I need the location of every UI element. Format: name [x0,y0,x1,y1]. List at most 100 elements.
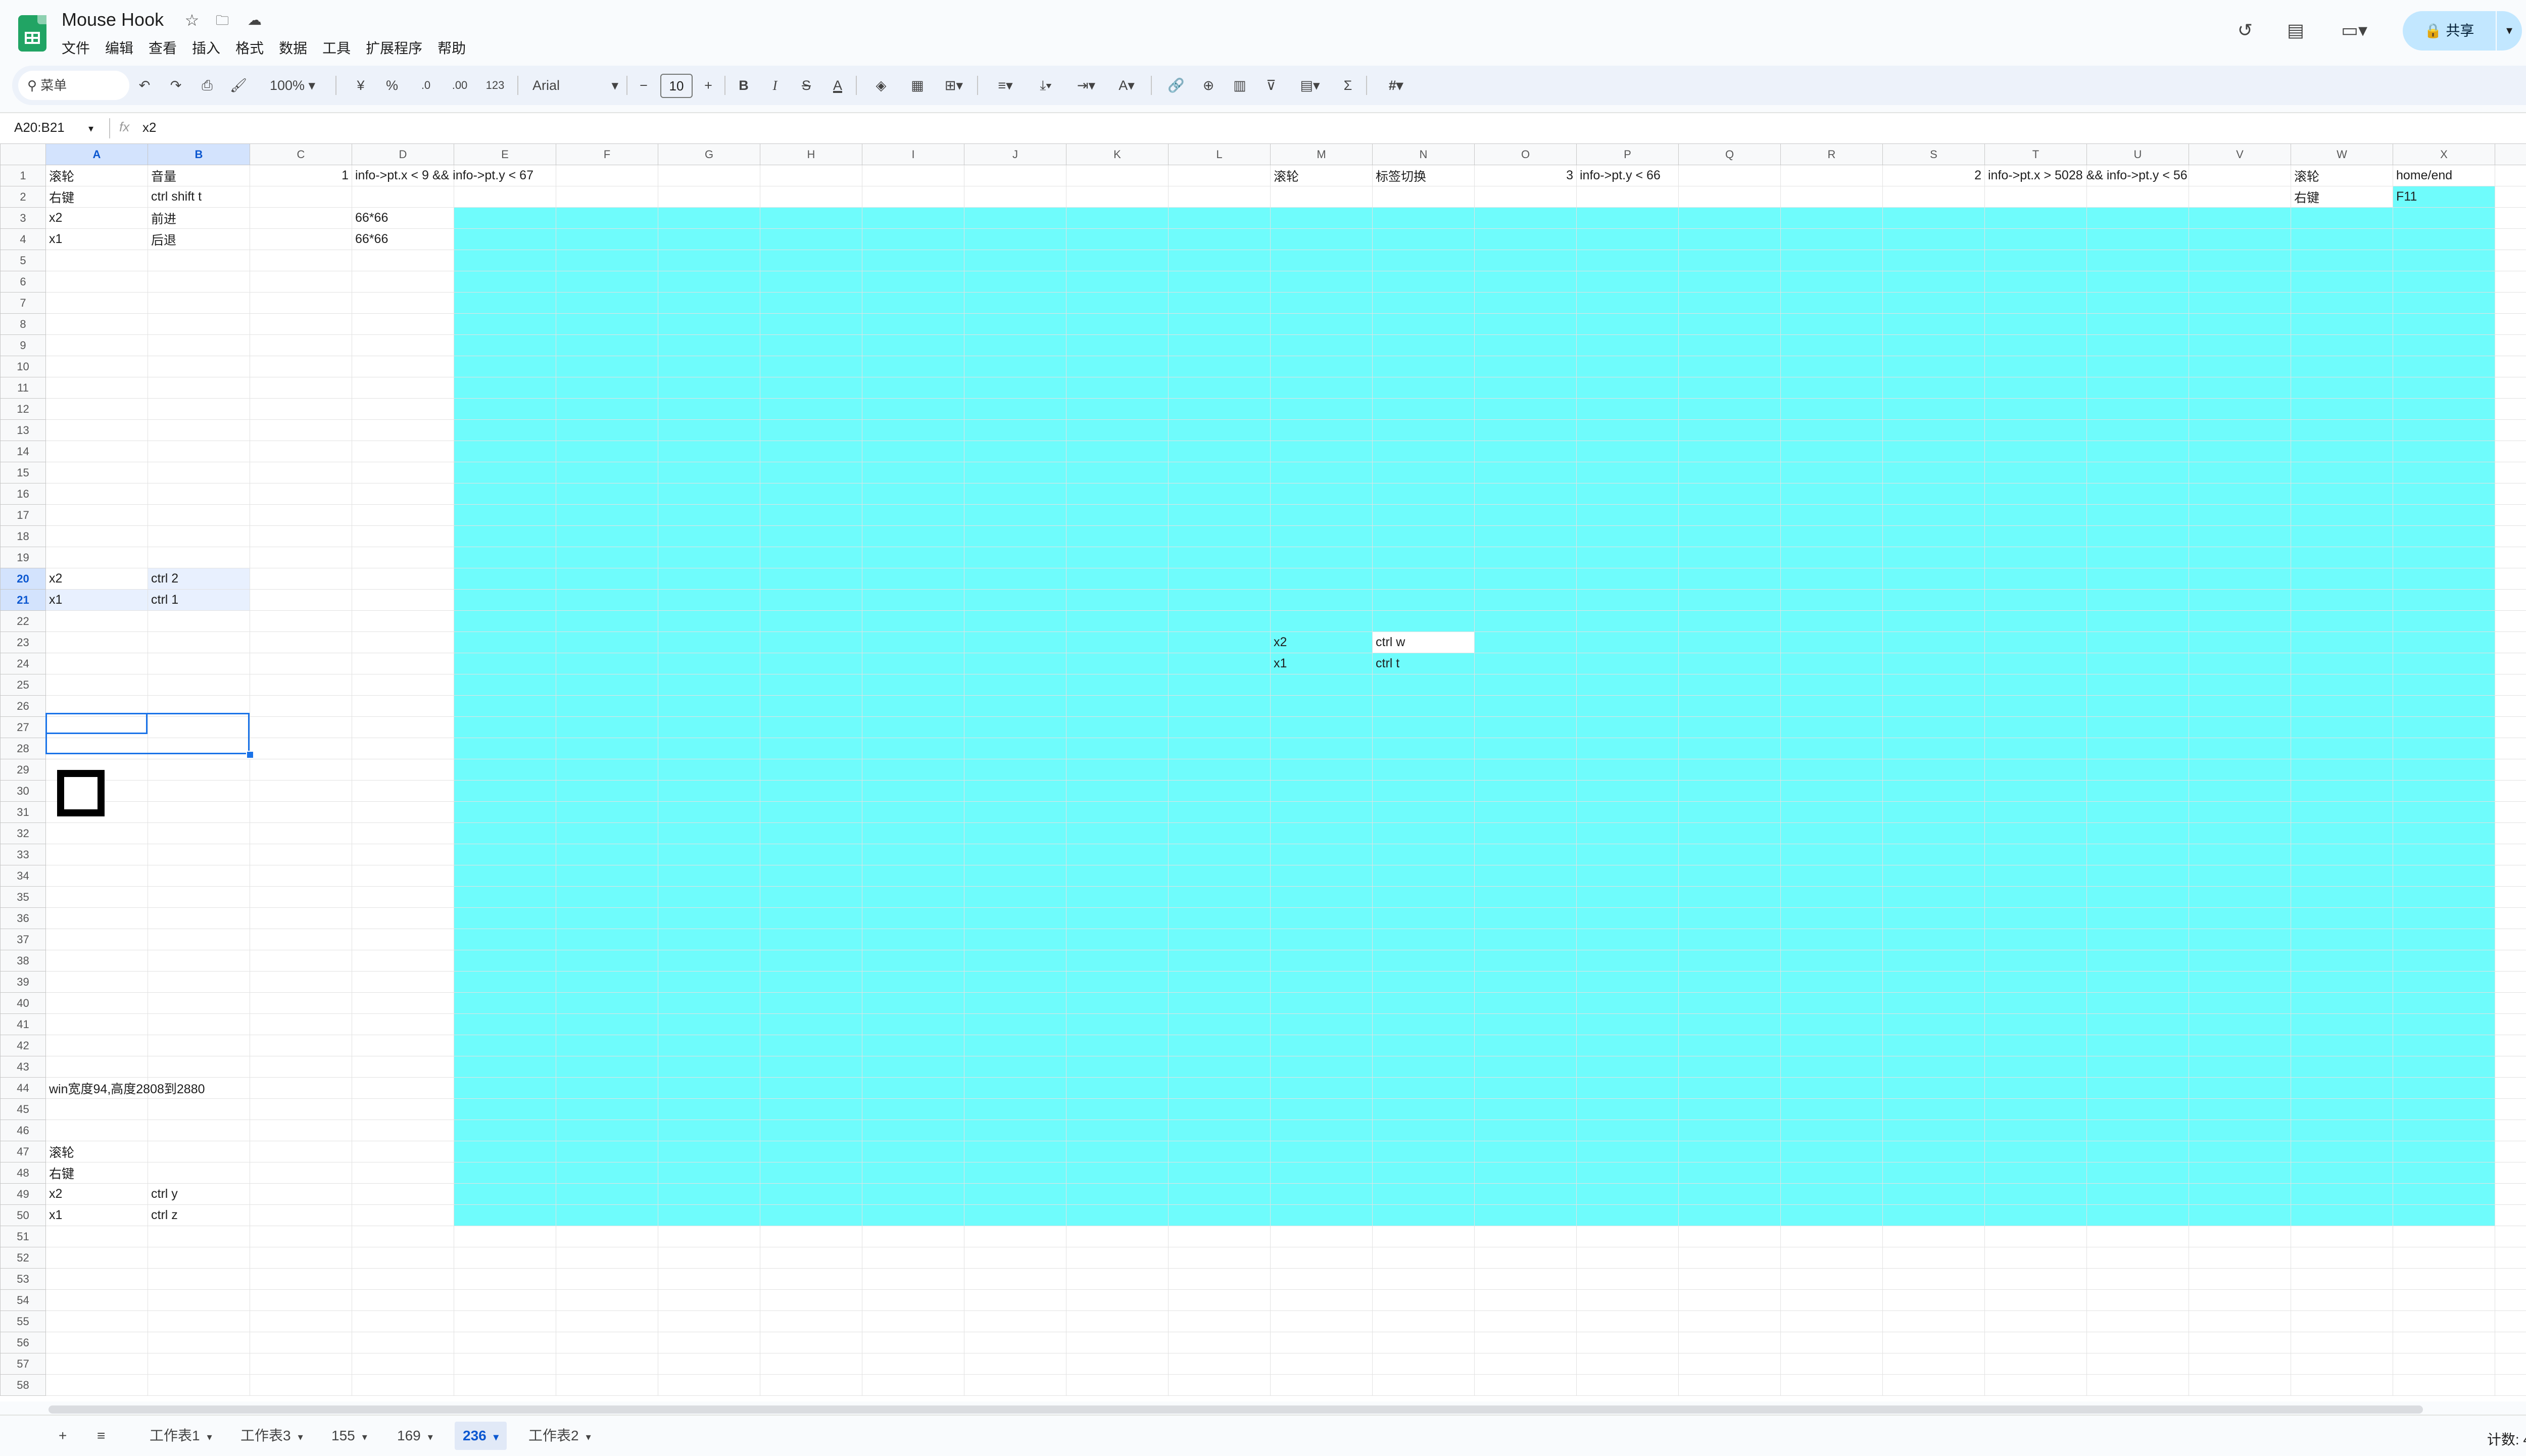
cell-y30[interactable] [2495,781,2526,802]
cell-l30[interactable] [1169,781,1271,802]
floating-square-drawing[interactable] [57,770,105,816]
cell-b33[interactable] [148,844,250,865]
cell-b19[interactable] [148,547,250,568]
cell-t55[interactable] [1985,1311,2087,1332]
cell-c13[interactable] [250,420,352,441]
cell-d23[interactable] [352,632,454,653]
cell-a4[interactable]: x1 [46,229,148,250]
cell-a5[interactable] [46,250,148,271]
cell-c11[interactable] [250,377,352,399]
cell-q22[interactable] [1679,611,1781,632]
cell-u26[interactable] [2087,696,2189,717]
cell-a14[interactable] [46,441,148,462]
cell-g11[interactable] [658,377,760,399]
cell-v38[interactable] [2189,950,2291,972]
cell-u20[interactable] [2087,568,2189,590]
cell-t3[interactable] [1985,208,2087,229]
cell-j17[interactable] [964,505,1066,526]
cell-t14[interactable] [1985,441,2087,462]
cell-n54[interactable] [1373,1290,1475,1311]
cell-r20[interactable] [1781,568,1883,590]
column-header[interactable]: I [862,144,964,165]
cell-y23[interactable] [2495,632,2526,653]
cell-r5[interactable] [1781,250,1883,271]
cell-y31[interactable] [2495,802,2526,823]
cell-d28[interactable] [352,738,454,759]
cell-e6[interactable] [454,271,556,293]
cell-n48[interactable] [1373,1162,1475,1184]
cell-j47[interactable] [964,1141,1066,1162]
cell-q19[interactable] [1679,547,1781,568]
cell-d3[interactable]: 66*66 [352,208,454,229]
cell-r40[interactable] [1781,993,1883,1014]
cell-f36[interactable] [556,908,658,929]
cell-w56[interactable] [2291,1332,2393,1353]
cell-t43[interactable] [1985,1056,2087,1078]
cell-t22[interactable] [1985,611,2087,632]
cell-w34[interactable] [2291,865,2393,887]
cell-i11[interactable] [862,377,964,399]
cell-f40[interactable] [556,993,658,1014]
cell-o9[interactable] [1475,335,1577,356]
font-size-input[interactable]: 10 [660,74,693,98]
menu-item[interactable]: 数据 [279,37,307,58]
cell-y11[interactable] [2495,377,2526,399]
cell-q10[interactable] [1679,356,1781,377]
cell-m27[interactable] [1271,717,1373,738]
cell-s11[interactable] [1883,377,1985,399]
cell-v14[interactable] [2189,441,2291,462]
cell-e52[interactable] [454,1247,556,1269]
cell-f57[interactable] [556,1353,658,1375]
cell-s50[interactable] [1883,1205,1985,1226]
cell-f20[interactable] [556,568,658,590]
cell-w20[interactable] [2291,568,2393,590]
cell-r45[interactable] [1781,1099,1883,1120]
cell-k47[interactable] [1066,1141,1169,1162]
cell-w28[interactable] [2291,738,2393,759]
cell-a19[interactable] [46,547,148,568]
cell-x12[interactable] [2393,399,2495,420]
cell-c3[interactable] [250,208,352,229]
cell-k2[interactable] [1066,186,1169,208]
cell-u12[interactable] [2087,399,2189,420]
cell-b22[interactable] [148,611,250,632]
cell-q20[interactable] [1679,568,1781,590]
cell-h55[interactable] [760,1311,862,1332]
sheet-tab-dropdown-icon[interactable]: ▾ [362,1432,367,1443]
cell-a9[interactable] [46,335,148,356]
cell-k43[interactable] [1066,1056,1169,1078]
cell-d11[interactable] [352,377,454,399]
cell-r34[interactable] [1781,865,1883,887]
cell-q23[interactable] [1679,632,1781,653]
cell-g54[interactable] [658,1290,760,1311]
cell-t26[interactable] [1985,696,2087,717]
cell-a44[interactable]: win宽度94,高度2808到2880 [46,1078,148,1099]
cell-w23[interactable] [2291,632,2393,653]
cell-b34[interactable] [148,865,250,887]
cell-i5[interactable] [862,250,964,271]
cell-i15[interactable] [862,462,964,483]
horizontal-scrollbar[interactable] [48,1405,2423,1414]
cell-w12[interactable] [2291,399,2393,420]
cell-k13[interactable] [1066,420,1169,441]
cell-o56[interactable] [1475,1332,1577,1353]
cell-o20[interactable] [1475,568,1577,590]
row-header[interactable]: 47 [1,1141,46,1162]
cell-k50[interactable] [1066,1205,1169,1226]
cell-e40[interactable] [454,993,556,1014]
cell-b23[interactable] [148,632,250,653]
cell-c35[interactable] [250,887,352,908]
cell-o37[interactable] [1475,929,1577,950]
row-header[interactable]: 39 [1,972,46,993]
cell-p33[interactable] [1577,844,1679,865]
cell-o3[interactable] [1475,208,1577,229]
cell-y34[interactable] [2495,865,2526,887]
cell-f5[interactable] [556,250,658,271]
cell-r1[interactable] [1781,165,1883,186]
cell-t30[interactable] [1985,781,2087,802]
cell-a21[interactable]: x1 [46,590,148,611]
cell-n16[interactable] [1373,483,1475,505]
cell-a54[interactable] [46,1290,148,1311]
cell-u11[interactable] [2087,377,2189,399]
cell-p40[interactable] [1577,993,1679,1014]
